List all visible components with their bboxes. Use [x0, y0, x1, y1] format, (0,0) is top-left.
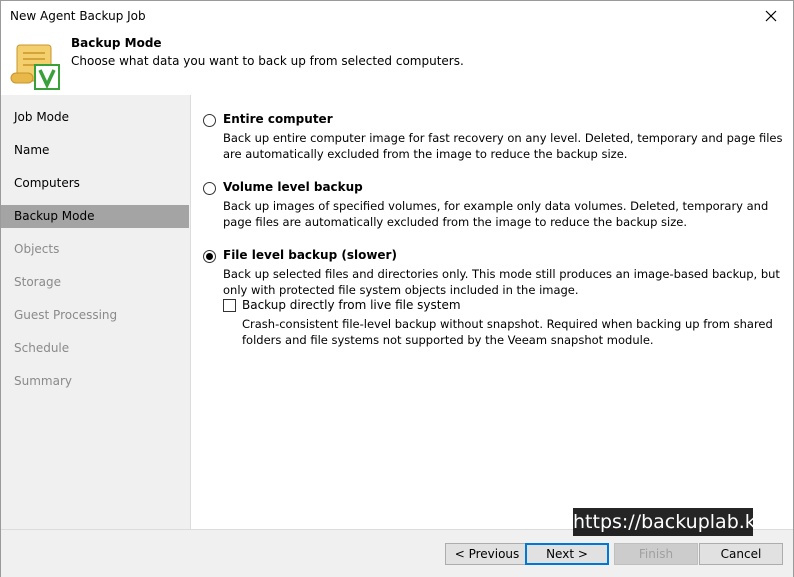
sidebar-item-storage: Storage	[14, 275, 61, 289]
volume-level-label[interactable]: Volume level backup	[223, 180, 363, 194]
window-title: New Agent Backup Job	[10, 9, 146, 23]
next-button[interactable]: Next >	[525, 543, 609, 565]
close-button[interactable]	[749, 1, 793, 31]
sidebar-item-summary: Summary	[14, 374, 72, 388]
sidebar-item-computers[interactable]: Computers	[1, 172, 189, 195]
sidebar-item-schedule: Schedule	[14, 341, 70, 355]
volume-level-description: Back up images of specified volumes, for…	[223, 199, 769, 229]
file-level-radio[interactable]	[203, 250, 216, 263]
wizard-steps-sidebar: Job Mode Name Computers Backup Mode Obje…	[1, 95, 191, 529]
live-file-system-label[interactable]: Backup directly from live file system	[242, 298, 461, 312]
close-icon	[765, 10, 777, 22]
entire-computer-description: Back up entire computer image for fast r…	[223, 131, 783, 161]
volume-level-radio[interactable]	[203, 182, 216, 195]
entire-computer-radio[interactable]	[203, 114, 216, 127]
live-file-system-description: Crash-consistent file-level backup witho…	[242, 317, 773, 347]
file-level-label[interactable]: File level backup (slower)	[223, 248, 397, 262]
sidebar-item-backup-mode[interactable]: Backup Mode	[1, 205, 189, 228]
wizard-header: Backup Mode Choose what data you want to…	[1, 31, 793, 95]
page-title: Backup Mode	[71, 36, 162, 50]
live-file-system-checkbox[interactable]	[223, 299, 236, 312]
watermark-text: https://backuplab.kr	[573, 508, 764, 536]
sidebar-item-name[interactable]: Name	[1, 139, 189, 162]
backup-mode-panel: Entire computer Back up entire computer …	[191, 95, 793, 529]
wizard-window: New Agent Backup Job Backup Mode Choose …	[0, 0, 794, 577]
cancel-button[interactable]: Cancel	[699, 543, 783, 565]
file-level-description: Back up selected files and directories o…	[223, 267, 780, 297]
sidebar-item-job-mode[interactable]: Job Mode	[1, 106, 189, 129]
sidebar-item-guest-processing: Guest Processing	[14, 308, 118, 322]
backup-scroll-v-icon	[10, 44, 60, 90]
title-bar: New Agent Backup Job	[1, 1, 793, 31]
finish-button: Finish	[614, 543, 698, 565]
sidebar-item-objects: Objects	[14, 242, 60, 256]
wizard-footer: < Previous Next > Finish Cancel	[1, 529, 793, 577]
entire-computer-label[interactable]: Entire computer	[223, 112, 333, 126]
previous-button[interactable]: < Previous	[445, 543, 529, 565]
page-description: Choose what data you want to back up fro…	[71, 54, 464, 68]
